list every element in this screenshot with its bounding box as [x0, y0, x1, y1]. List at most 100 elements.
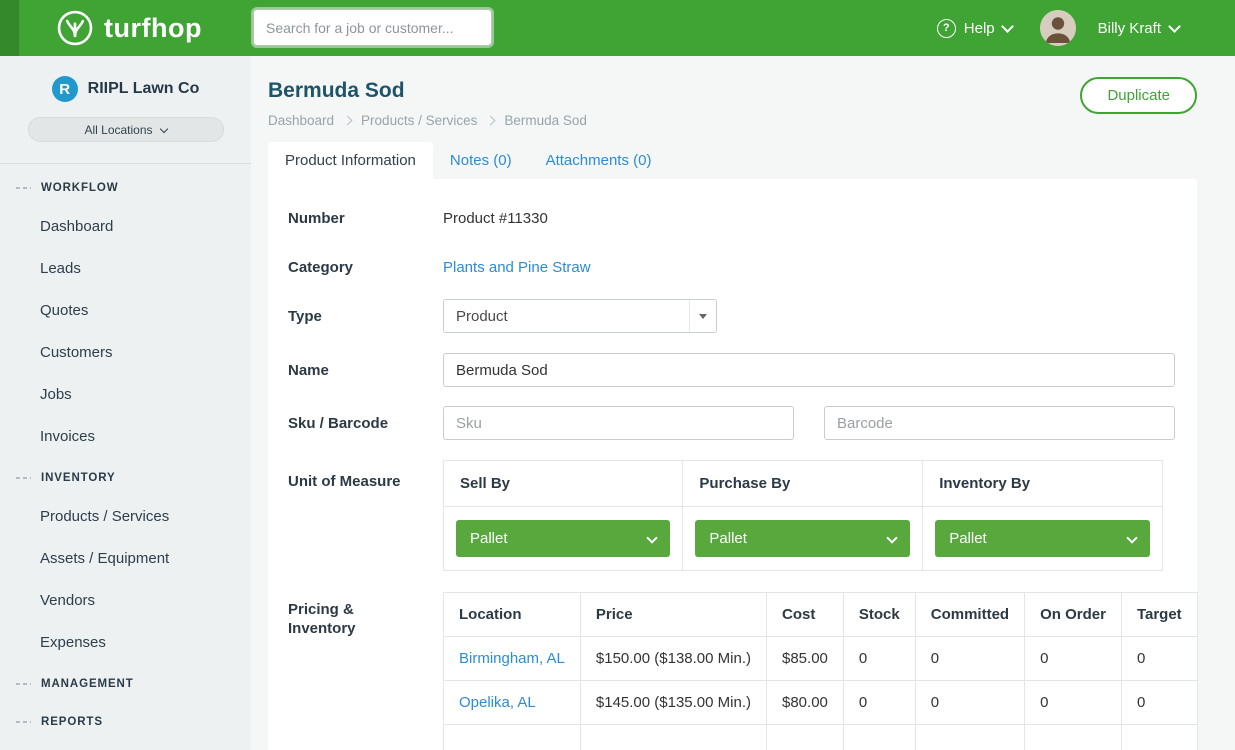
header-left-strip — [0, 0, 19, 56]
field-row-number: Number Product #11330 — [288, 209, 1175, 228]
chevron-down-icon — [1001, 20, 1014, 33]
sell-by-dropdown[interactable]: Pallet — [456, 520, 670, 557]
breadcrumb-current: Bermuda Sod — [504, 113, 587, 128]
duplicate-button[interactable]: Duplicate — [1080, 77, 1197, 114]
type-select[interactable]: Product — [443, 299, 717, 333]
stock-cell: 0 — [843, 681, 915, 725]
target-cell: 0 — [1121, 681, 1197, 725]
chevron-down-icon — [1168, 20, 1181, 33]
sidebar-item-vendors[interactable]: Vendors — [0, 580, 251, 622]
sidebar-item-dashboard[interactable]: Dashboard — [0, 206, 251, 248]
sidebar-item-customers[interactable]: Customers — [0, 332, 251, 374]
sidebar-item-jobs[interactable]: Jobs — [0, 374, 251, 416]
chevron-right-icon — [343, 116, 353, 126]
sidebar-section-management[interactable]: MANAGEMENT — [0, 664, 251, 702]
barcode-input[interactable] — [824, 406, 1175, 440]
global-search-input[interactable] — [253, 9, 492, 46]
table-row: Opelika, AL $145.00 ($135.00 Min.) $80.0… — [444, 681, 1198, 725]
price-cell: $145.00 ($135.00 Min.) — [580, 681, 766, 725]
cost-header: Cost — [767, 593, 844, 637]
page-head: Bermuda Sod Dashboard Products / Service… — [251, 56, 1235, 128]
table-row: Birmingham, AL $150.00 ($138.00 Min.) $8… — [444, 637, 1198, 681]
type-select-value: Product — [456, 308, 508, 325]
field-row-type: Type Product — [288, 299, 1175, 333]
chevron-right-icon — [486, 116, 496, 126]
sidebar-item-leads[interactable]: Leads — [0, 248, 251, 290]
sku-input[interactable] — [443, 406, 794, 440]
help-menu[interactable]: ? Help — [937, 19, 1012, 38]
unit-of-measure-grid: Sell By Purchase By Inventory By Pallet — [443, 460, 1163, 571]
on-order-cell: 0 — [1025, 681, 1122, 725]
committed-header: Committed — [915, 593, 1024, 637]
select-arrow-zone — [689, 300, 716, 332]
user-menu[interactable]: Billy Kraft — [1040, 10, 1179, 46]
brand-logo[interactable]: turfhop — [56, 0, 202, 56]
target-cell: 0 — [1121, 637, 1197, 681]
category-label: Category — [288, 258, 443, 277]
sidebar-section-reports[interactable]: REPORTS — [0, 702, 251, 740]
sidebar-item-quotes[interactable]: Quotes — [0, 290, 251, 332]
purchase-by-dropdown[interactable]: Pallet — [695, 520, 910, 557]
location-link-birmingham[interactable]: Birmingham, AL — [459, 650, 565, 667]
sidebar-item-invoices[interactable]: Invoices — [0, 416, 251, 458]
name-label: Name — [288, 361, 443, 380]
breadcrumb-products-services[interactable]: Products / Services — [361, 113, 477, 128]
dashes-icon — [16, 683, 31, 685]
sidebar-section-workflow[interactable]: WORKFLOW — [0, 168, 251, 206]
dashes-icon — [16, 477, 31, 479]
breadcrumb: Dashboard Products / Services Bermuda So… — [268, 113, 1197, 128]
sell-by-header: Sell By — [444, 461, 683, 507]
field-row-unit-of-measure: Unit of Measure Sell By Purchase By Inve… — [288, 460, 1175, 571]
stock-cell: 0 — [843, 637, 915, 681]
sidebar-section-inventory[interactable]: INVENTORY — [0, 458, 251, 496]
inventory-by-dropdown[interactable]: Pallet — [935, 520, 1150, 557]
field-row-category: Category Plants and Pine Straw — [288, 258, 1175, 277]
on-order-header: On Order — [1025, 593, 1122, 637]
app-window: turfhop ? Help Billy Kraft — [0, 0, 1235, 750]
chevron-down-icon — [887, 532, 898, 543]
dashes-icon — [16, 187, 31, 189]
field-row-name: Name — [288, 353, 1175, 387]
stock-header: Stock — [843, 593, 915, 637]
target-header: Target — [1121, 593, 1197, 637]
tab-bar: Product Information Notes (0) Attachment… — [251, 142, 1235, 179]
sprinkler-logo-icon — [56, 9, 94, 47]
sku-barcode-label: Sku / Barcode — [288, 414, 443, 433]
tab-notes[interactable]: Notes (0) — [433, 142, 529, 179]
location-link-opelika[interactable]: Opelika, AL — [459, 694, 536, 711]
company-header: R RIIPL Lawn Co — [0, 56, 251, 102]
location-header: Location — [444, 593, 581, 637]
cost-cell: $80.00 — [767, 681, 844, 725]
number-value: Product #11330 — [443, 210, 1175, 227]
sidebar-item-products-services[interactable]: Products / Services — [0, 496, 251, 538]
purchase-by-header: Purchase By — [683, 461, 923, 507]
company-name: RIIPL Lawn Co — [88, 80, 200, 98]
inventory-by-header: Inventory By — [923, 461, 1163, 507]
committed-cell: 0 — [915, 637, 1024, 681]
sidebar: R RIIPL Lawn Co All Locations WORKFLOW D… — [0, 56, 251, 750]
avatar — [1040, 10, 1076, 46]
name-input[interactable] — [443, 353, 1175, 387]
locations-label: All Locations — [84, 123, 152, 137]
on-order-cell: 0 — [1025, 637, 1122, 681]
chevron-down-icon — [1126, 532, 1137, 543]
sidebar-nav: WORKFLOW Dashboard Leads Quotes Customer… — [0, 164, 251, 740]
breadcrumb-dashboard[interactable]: Dashboard — [268, 113, 334, 128]
tab-product-information[interactable]: Product Information — [268, 142, 433, 179]
table-row-clipped — [444, 725, 1198, 750]
tab-attachments[interactable]: Attachments (0) — [529, 142, 669, 179]
sidebar-item-expenses[interactable]: Expenses — [0, 622, 251, 664]
user-name-label: Billy Kraft — [1098, 20, 1161, 37]
field-row-sku-barcode: Sku / Barcode — [288, 406, 1175, 440]
price-header: Price — [580, 593, 766, 637]
pricing-table-header-row: Location Price Cost Stock Committed On O… — [444, 593, 1198, 637]
number-label: Number — [288, 209, 443, 228]
locations-dropdown[interactable]: All Locations — [28, 117, 224, 142]
company-logo-badge: R — [52, 76, 78, 102]
dashes-icon — [16, 721, 31, 723]
help-label: Help — [964, 20, 995, 37]
sidebar-item-assets-equipment[interactable]: Assets / Equipment — [0, 538, 251, 580]
pricing-inventory-label: Pricing & Inventory — [288, 592, 443, 638]
caret-down-icon — [699, 314, 707, 319]
category-link[interactable]: Plants and Pine Straw — [443, 259, 591, 276]
